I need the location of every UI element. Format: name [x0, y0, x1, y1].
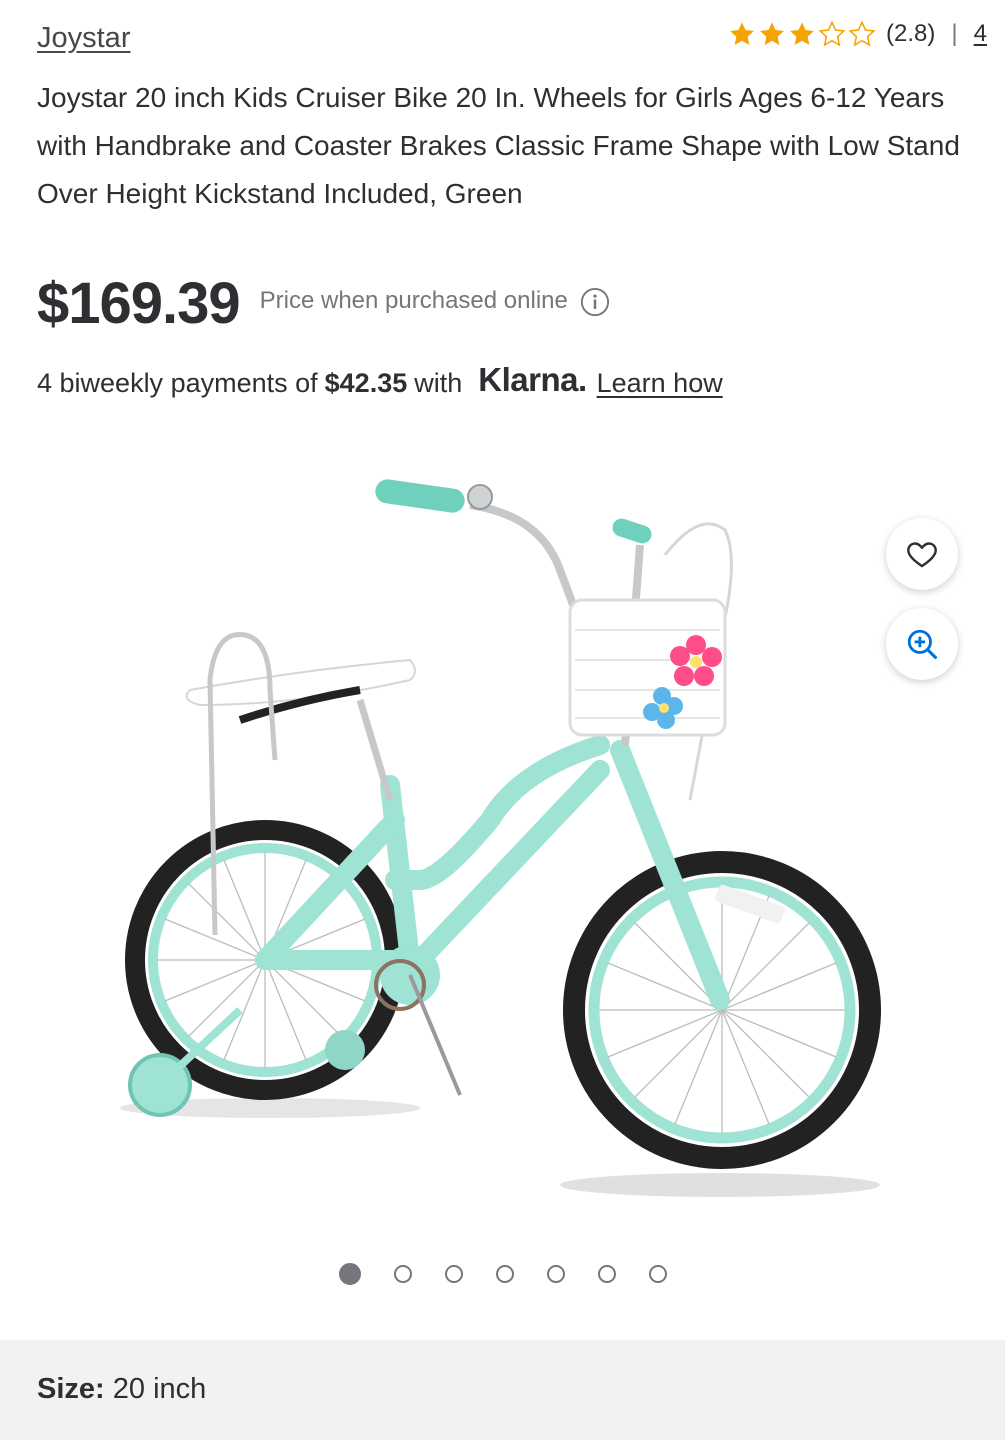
favorite-button[interactable]	[886, 518, 958, 590]
star-filled-icon	[730, 22, 754, 45]
klarna-logo: Klarna.	[478, 360, 587, 398]
rating-value: (2.8)	[886, 20, 936, 47]
payment-with: with	[414, 368, 463, 398]
zoom-button[interactable]	[886, 608, 958, 680]
size-display: Size: 20 inch	[37, 1373, 206, 1406]
product-image-bike[interactable]	[110, 470, 900, 1210]
star-filled-icon	[760, 22, 784, 45]
payment-prefix: 4 biweekly payments of	[37, 368, 318, 398]
size-value: 20 inch	[112, 1373, 207, 1405]
price-row: $169.39 Price when purchased online	[37, 270, 610, 337]
carousel-dot[interactable]	[546, 1265, 565, 1283]
zoom-in-icon	[907, 629, 938, 660]
size-selector: Size: 20 inch	[0, 1340, 1005, 1440]
carousel-dot[interactable]	[393, 1265, 412, 1283]
star-filled-icon	[790, 22, 814, 45]
price: $169.39	[37, 271, 241, 336]
heart-icon	[907, 542, 937, 568]
learn-how-link[interactable]: Learn how	[597, 368, 723, 399]
carousel-dot[interactable]	[597, 1265, 616, 1283]
size-label: Size:	[37, 1373, 105, 1405]
product-title: Joystar 20 inch Kids Cruiser Bike 20 In.…	[37, 82, 960, 209]
info-icon[interactable]	[580, 287, 610, 317]
star-empty-icon	[818, 20, 846, 47]
carousel-pagination	[0, 1263, 1005, 1285]
klarna-payment-row: 4 biweekly payments of $42.35 with Klarn…	[37, 361, 723, 399]
carousel-dot[interactable]	[648, 1265, 667, 1283]
rating-summary[interactable]: (2.8) | 4	[728, 20, 987, 48]
carousel-dot[interactable]	[495, 1265, 514, 1283]
review-count-link[interactable]: 4	[974, 20, 987, 48]
star-empty-icon	[848, 20, 876, 47]
carousel-dot[interactable]	[338, 1263, 361, 1285]
price-note: Price when purchased online	[259, 286, 568, 314]
carousel-dot[interactable]	[444, 1265, 463, 1283]
star-rating	[728, 20, 876, 48]
payment-amount: $42.35	[324, 368, 408, 398]
brand-link[interactable]: Joystar	[37, 22, 130, 55]
rating-separator: |	[951, 20, 958, 47]
